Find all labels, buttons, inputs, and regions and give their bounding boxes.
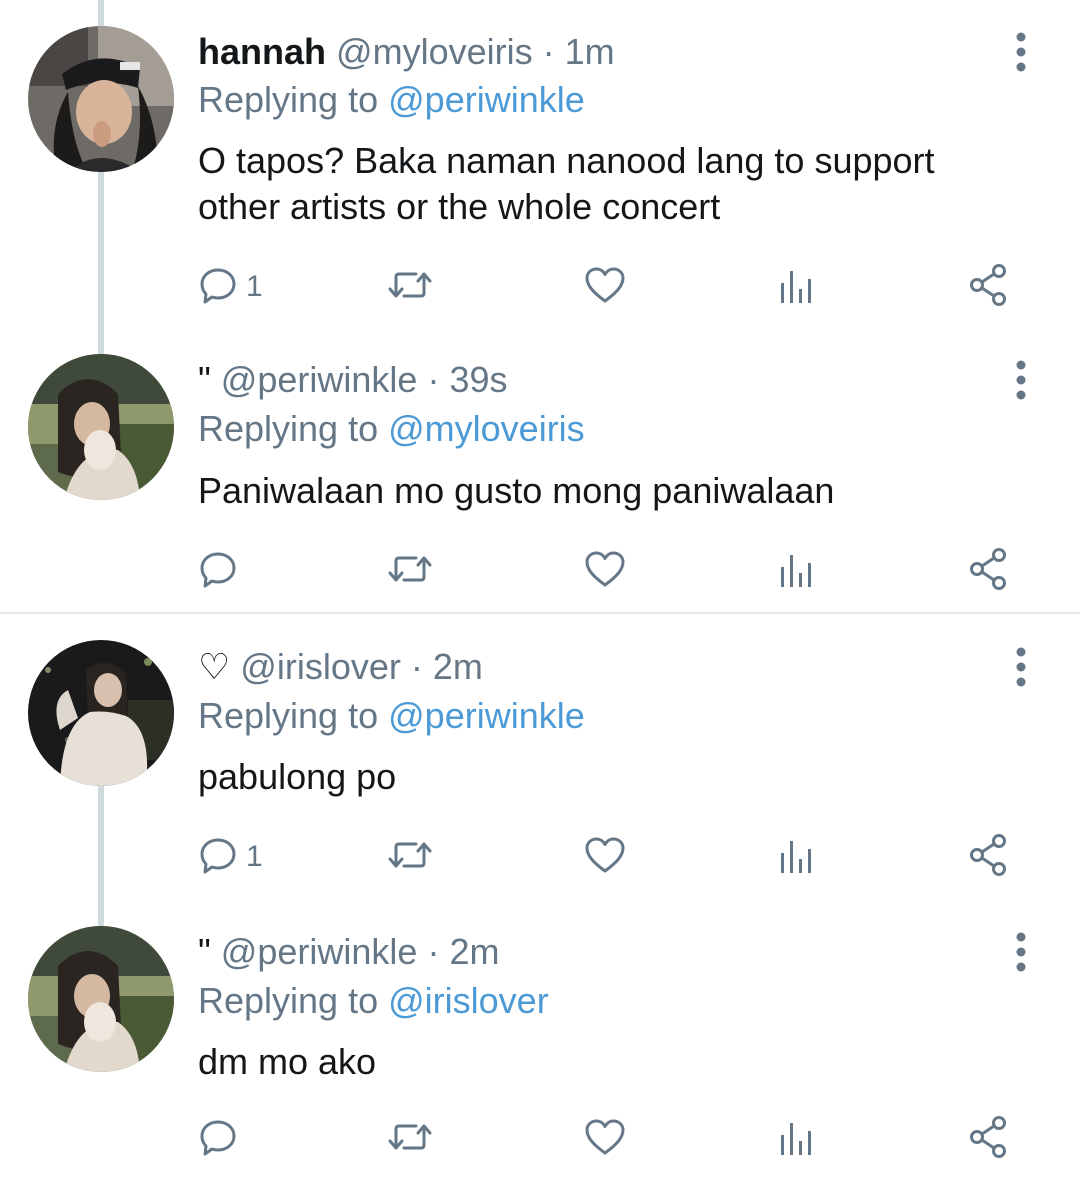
replying-to-mention[interactable]: @irislover (388, 980, 549, 1021)
reply-count: 1 (246, 270, 263, 303)
retweet-button[interactable] (386, 546, 434, 596)
replying-to: Replying to @irislover (198, 979, 549, 1023)
tweet-header: " @periwinkle · 2m (198, 930, 499, 974)
more-vertical-icon[interactable] (1006, 30, 1036, 74)
replying-to: Replying to @myloveiris (198, 407, 585, 451)
analytics-icon (778, 835, 814, 880)
separator-dot: · (410, 646, 423, 687)
separator-dot: · (427, 359, 440, 400)
analytics-button[interactable] (778, 832, 814, 882)
retweet-button[interactable] (386, 1114, 434, 1164)
retweet-icon (386, 835, 434, 880)
heart-icon (584, 265, 626, 310)
tweet-actions: 1 (198, 832, 1028, 882)
tweet-actions (198, 1114, 1028, 1164)
tweet[interactable]: ♡ @irislover · 2m Replying to @periwinkl… (0, 614, 1080, 904)
separator-dot: · (427, 931, 440, 972)
analytics-button[interactable] (778, 546, 814, 596)
user-handle[interactable]: @irislover (240, 646, 401, 687)
like-button[interactable] (584, 832, 626, 882)
tweet-text: pabulong po (198, 756, 397, 797)
analytics-button[interactable] (778, 1114, 814, 1164)
timestamp[interactable]: 39s (449, 359, 507, 400)
more-vertical-icon[interactable] (1006, 645, 1036, 689)
reply-button[interactable]: 1 (198, 832, 263, 882)
reply-button[interactable] (198, 1114, 246, 1164)
user-handle[interactable]: @periwinkle (221, 931, 418, 972)
replying-to-label: Replying to (198, 695, 379, 736)
share-icon (968, 547, 1010, 596)
share-icon (968, 833, 1010, 882)
share-button[interactable] (968, 1114, 1010, 1164)
reply-icon (198, 265, 238, 310)
replying-to-label: Replying to (198, 408, 379, 449)
name-symbol[interactable]: " (198, 359, 211, 400)
user-handle[interactable]: @myloveiris (336, 31, 533, 72)
reply-icon (198, 835, 238, 880)
reply-icon (198, 549, 238, 594)
replying-to-mention[interactable]: @myloveiris (388, 408, 585, 449)
more-vertical-icon[interactable] (1006, 358, 1036, 402)
replying-to: Replying to @periwinkle (198, 694, 585, 738)
tweet-text: O tapos? Baka naman nanood lang to suppo… (198, 140, 935, 227)
avatar[interactable] (28, 640, 174, 786)
avatar[interactable] (28, 26, 174, 172)
heart-icon (584, 835, 626, 880)
reply-button[interactable]: 1 (198, 262, 263, 312)
reply-count: 1 (246, 840, 263, 873)
analytics-button[interactable] (778, 262, 814, 312)
tweet[interactable]: " @periwinkle · 39s Replying to @mylovei… (0, 340, 1080, 612)
retweet-button[interactable] (386, 262, 434, 312)
avatar[interactable] (28, 926, 174, 1072)
display-name[interactable]: hannah (198, 31, 326, 72)
name-symbol[interactable]: " (198, 931, 211, 972)
tweet-header: " @periwinkle · 39s (198, 358, 508, 402)
name-symbol[interactable]: ♡ (198, 646, 230, 687)
tweet[interactable]: " @periwinkle · 2m Replying to @irislove… (0, 904, 1080, 1184)
heart-icon (584, 549, 626, 594)
analytics-icon (778, 549, 814, 594)
retweet-icon (386, 265, 434, 310)
reply-button[interactable] (198, 546, 246, 596)
share-button[interactable] (968, 546, 1010, 596)
share-icon (968, 1115, 1010, 1164)
replying-to: Replying to @periwinkle (198, 78, 585, 122)
tweet-text: Paniwalaan mo gusto mong paniwalaan (198, 470, 835, 511)
analytics-icon (778, 1117, 814, 1162)
like-button[interactable] (584, 262, 626, 312)
tweet-header: hannah @myloveiris · 1m (198, 30, 615, 74)
like-button[interactable] (584, 1114, 626, 1164)
timestamp[interactable]: 2m (449, 931, 499, 972)
replying-to-label: Replying to (198, 79, 379, 120)
retweet-icon (386, 1117, 434, 1162)
timestamp[interactable]: 1m (565, 31, 615, 72)
avatar[interactable] (28, 354, 174, 500)
heart-icon (584, 1117, 626, 1162)
replying-to-label: Replying to (198, 980, 379, 1021)
tweet[interactable]: hannah @myloveiris · 1m Replying to @per… (0, 0, 1080, 340)
share-button[interactable] (968, 832, 1010, 882)
reply-icon (198, 1117, 238, 1162)
user-handle[interactable]: @periwinkle (221, 359, 418, 400)
replying-to-mention[interactable]: @periwinkle (388, 695, 585, 736)
retweet-button[interactable] (386, 832, 434, 882)
replying-to-mention[interactable]: @periwinkle (388, 79, 585, 120)
tweet-actions: 1 (198, 262, 1028, 312)
share-icon (968, 263, 1010, 312)
retweet-icon (386, 549, 434, 594)
share-button[interactable] (968, 262, 1010, 312)
analytics-icon (778, 265, 814, 310)
timestamp[interactable]: 2m (433, 646, 483, 687)
more-vertical-icon[interactable] (1006, 930, 1036, 974)
tweet-text: dm mo ako (198, 1041, 377, 1082)
separator-dot: · (542, 31, 555, 72)
tweet-actions (198, 546, 1028, 596)
tweet-header: ♡ @irislover · 2m (198, 645, 483, 689)
like-button[interactable] (584, 546, 626, 596)
